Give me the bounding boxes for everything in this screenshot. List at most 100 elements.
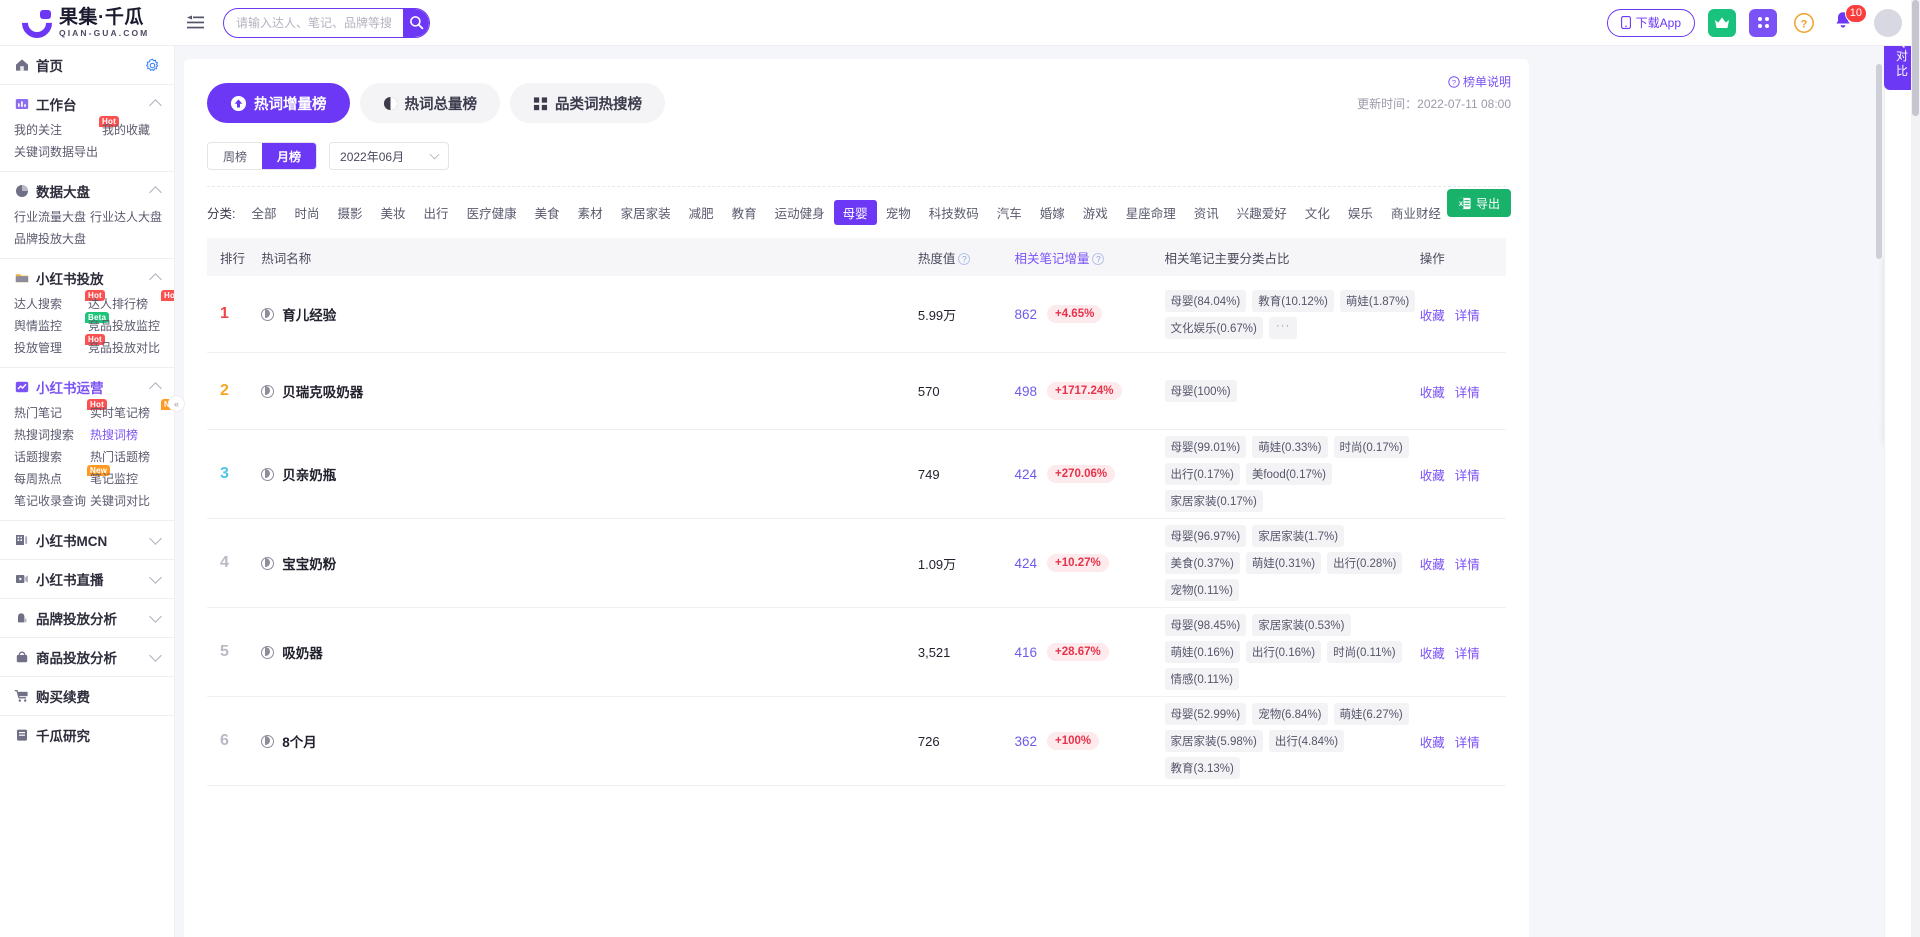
page-scrollbar[interactable] (1911, 0, 1920, 937)
sidebar-item-xhs-live[interactable]: 小红书直播 (14, 560, 162, 598)
category-maternal[interactable]: 母婴 (833, 200, 877, 225)
row-keyword[interactable]: 育儿经验 (261, 304, 918, 324)
sidebar-subitem-industry-traffic[interactable]: 行业流量大盘 (14, 210, 86, 225)
favorite-button[interactable]: 收藏 (1420, 305, 1445, 324)
notifications-button[interactable]: 10 (1831, 3, 1867, 37)
sidebar-subitem-placement-manage[interactable]: 投放管理 Hot (14, 334, 105, 356)
tab-category-word-hot-search[interactable]: 品类词热搜榜 (510, 83, 665, 123)
favorite-button[interactable]: 收藏 (1420, 732, 1445, 751)
detail-button[interactable]: 详情 (1455, 305, 1480, 324)
favorite-button[interactable]: 收藏 (1420, 465, 1445, 484)
sidebar-subitem-hot-notes[interactable]: 热门笔记 Hot (14, 399, 107, 421)
sidebar-item-goods-analysis[interactable]: 商品投放分析 (14, 638, 162, 676)
column-header-increment[interactable]: 相关笔记增量? (1014, 248, 1164, 267)
sidebar-subitem-note-index-query[interactable]: 笔记收录查询 (14, 494, 86, 509)
category-tech[interactable]: 科技数码 (920, 200, 988, 225)
category-chip-more[interactable]: ··· (1268, 316, 1298, 339)
sidebar-subitem-hot-word-search[interactable]: 热搜词搜索 (14, 428, 86, 443)
category-material[interactable]: 素材 (569, 200, 612, 225)
table-row[interactable]: 5 吸奶器 3,521 416 +28.67% 母婴(98.45%) 家居家装(… (207, 608, 1506, 697)
sidebar-item-purchase[interactable]: 购买续费 (14, 677, 160, 715)
content-scrollbar[interactable] (1875, 46, 1883, 937)
sidebar-subitem-topic-search[interactable]: 话题搜索 (14, 450, 86, 465)
category-food[interactable]: 美食 (526, 200, 569, 225)
sidebar-subitem-industry-kol[interactable]: 行业达人大盘 (90, 210, 162, 225)
export-button[interactable]: X 导出 (1446, 189, 1511, 217)
category-all[interactable]: 全部 (242, 200, 285, 225)
period-month-button[interactable]: 月榜 (262, 143, 317, 169)
page-scrollbar-thumb[interactable] (1912, 0, 1919, 116)
category-astrology[interactable]: 星座命理 (1117, 200, 1185, 225)
search-input[interactable] (224, 8, 403, 37)
row-keyword[interactable]: 贝亲奶瓶 (261, 464, 918, 484)
favorite-button[interactable]: 收藏 (1420, 382, 1445, 401)
category-travel[interactable]: 出行 (415, 200, 458, 225)
sidebar-item-brand-analysis[interactable]: 品牌投放分析 (14, 599, 162, 637)
vip-icon[interactable] (1708, 8, 1736, 37)
sidebar-subitem-competitor-monitor[interactable]: 竞品投放监控 (88, 319, 160, 334)
collapse-menu-icon[interactable] (185, 13, 205, 33)
category-fashion[interactable]: 时尚 (286, 200, 329, 225)
category-beauty[interactable]: 美妆 (372, 200, 415, 225)
favorite-button[interactable]: 收藏 (1420, 554, 1445, 573)
month-select[interactable]: 2022年06月 (329, 142, 450, 170)
global-search[interactable] (223, 7, 430, 38)
sidebar-subitem-my-follow[interactable]: 我的关注 Hot (14, 116, 119, 138)
sidebar-subitem-sentiment-monitor[interactable]: 舆情监控 Beta (14, 312, 110, 334)
sidebar-subitem-kol-rank[interactable]: 达人排行榜 Hot (88, 290, 174, 312)
rank-help-link[interactable]: ? 榜单说明 (1448, 73, 1511, 90)
sidebar-subitem-hot-word-rank[interactable]: 热搜词榜 (90, 428, 160, 443)
download-app-button[interactable]: 下载App (1606, 8, 1695, 37)
detail-button[interactable]: 详情 (1455, 643, 1480, 662)
detail-button[interactable]: 详情 (1455, 382, 1480, 401)
favorite-button[interactable]: 收藏 (1420, 643, 1445, 662)
sidebar-subitem-hot-topic-rank[interactable]: 热门话题榜 (90, 450, 160, 465)
sidebar-item-research[interactable]: 千瓜研究 (14, 716, 160, 754)
sidebar-subitem-competitor-compare[interactable]: 竞品投放对比 (88, 341, 160, 356)
avatar[interactable] (1874, 8, 1902, 37)
scrollbar-thumb[interactable] (1876, 64, 1882, 259)
sidebar-subitem-keyword-compare[interactable]: 关键词对比 (90, 494, 160, 509)
search-button[interactable] (403, 8, 429, 37)
detail-button[interactable]: 详情 (1455, 732, 1480, 751)
sidebar-item-xhs-mcn[interactable]: 小红书MCN (14, 521, 162, 559)
category-fitness[interactable]: 运动健身 (766, 200, 834, 225)
sidebar-subitem-realtime-notes[interactable]: 实时笔记榜 New (90, 399, 174, 421)
sidebar-item-home[interactable]: 首页 (14, 46, 160, 84)
sidebar-subitem-note-monitor[interactable]: 笔记监控 (90, 472, 160, 487)
sidebar-subitem-brand-placement[interactable]: 品牌投放大盘 (14, 232, 86, 247)
row-keyword[interactable]: 贝瑞克吸奶器 (261, 381, 918, 401)
row-keyword[interactable]: 宝宝奶粉 (261, 553, 918, 573)
category-photo[interactable]: 摄影 (329, 200, 372, 225)
category-auto[interactable]: 汽车 (988, 200, 1031, 225)
detail-button[interactable]: 详情 (1455, 554, 1480, 573)
sidebar-item-workbench[interactable]: 工作台 (14, 85, 162, 123)
sidebar-subitem-keyword-export[interactable]: 关键词数据导出 (14, 145, 98, 160)
category-weightloss[interactable]: 减肥 (680, 200, 723, 225)
category-entertainment[interactable]: 娱乐 (1339, 200, 1382, 225)
category-hobby[interactable]: 兴趣爱好 (1228, 200, 1296, 225)
row-keyword[interactable]: 吸奶器 (261, 642, 918, 662)
category-pets[interactable]: 宠物 (877, 200, 920, 225)
table-row[interactable]: 6 8个月 726 362 +100% 母婴(52.99%) 宠物(6.84%)… (207, 697, 1506, 786)
tab-hot-word-total[interactable]: 热词总量榜 (359, 83, 500, 123)
category-business[interactable]: 商业财经 (1382, 200, 1450, 225)
category-wedding[interactable]: 婚嫁 (1031, 200, 1074, 225)
sidebar-subitem-kol-search[interactable]: 达人搜索 Hot (14, 290, 105, 312)
category-culture[interactable]: 文化 (1296, 200, 1339, 225)
category-news[interactable]: 资讯 (1185, 200, 1228, 225)
sidebar-subitem-weekly-hotspot[interactable]: 每周热点 New (14, 465, 111, 487)
detail-button[interactable]: 详情 (1455, 465, 1480, 484)
category-health[interactable]: 医疗健康 (458, 200, 526, 225)
gear-icon[interactable] (145, 57, 160, 73)
sidebar-subitem-my-favorites[interactable]: 我的收藏 (102, 123, 160, 138)
tab-hot-word-increment[interactable]: 热词增量榜 (207, 83, 350, 123)
table-row[interactable]: 1 育儿经验 5.99万 862 +4.65% 母婴(84.04%) 教育(10… (207, 276, 1506, 353)
category-games[interactable]: 游戏 (1074, 200, 1117, 225)
help-icon[interactable]: ? (1092, 252, 1105, 265)
sidebar-item-dashboard[interactable]: 数据大盘 (14, 172, 162, 210)
apps-grid-icon[interactable] (1749, 8, 1777, 37)
help-icon[interactable]: ? (958, 252, 971, 265)
category-home[interactable]: 家居家装 (612, 200, 680, 225)
category-education[interactable]: 教育 (723, 200, 766, 225)
